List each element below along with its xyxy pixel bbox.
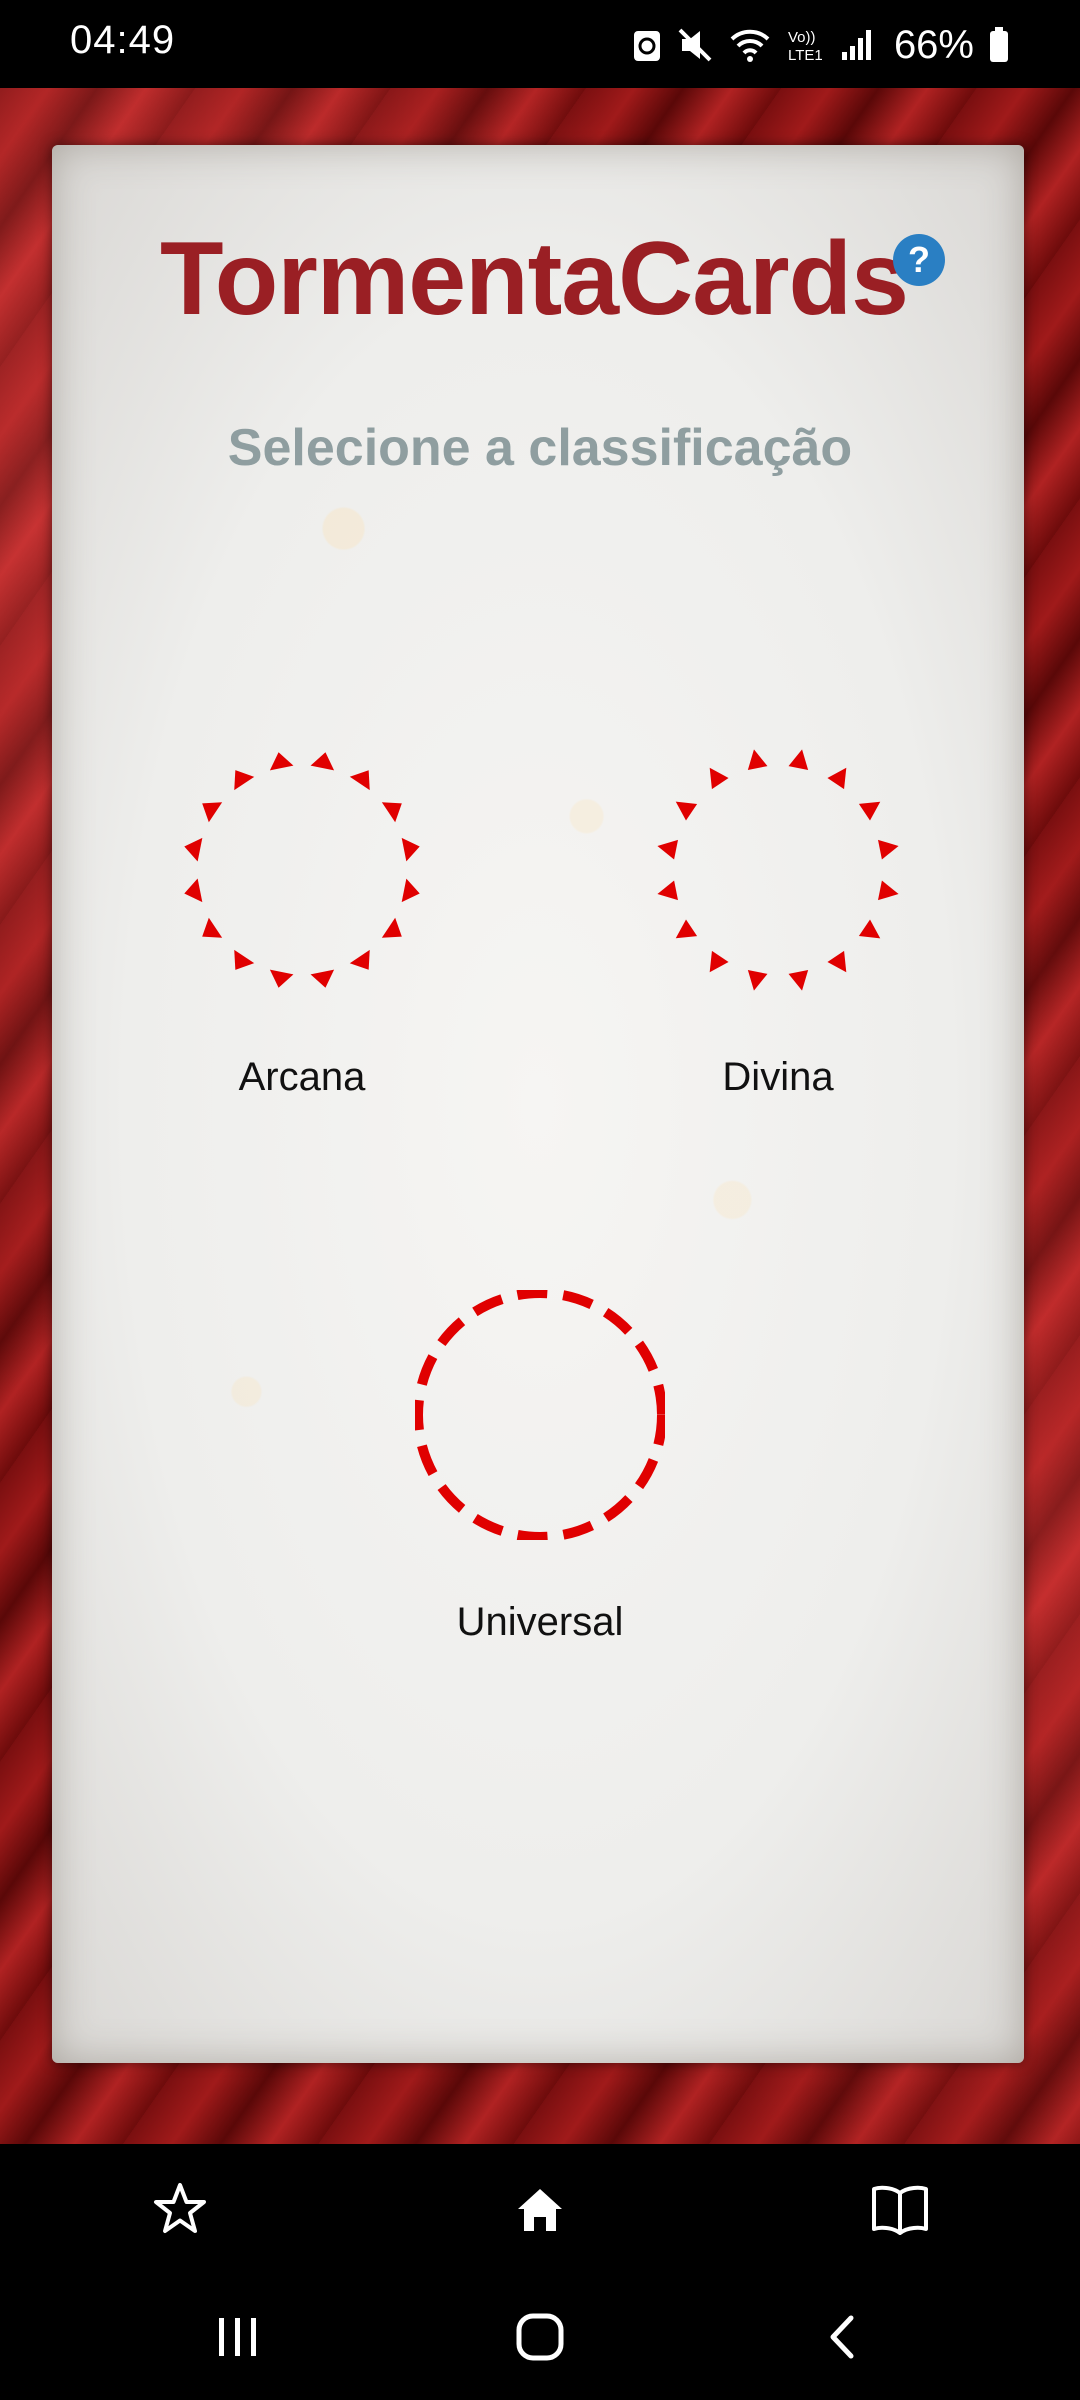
status-time: 04:49 [70, 18, 176, 62]
arcana-wedge-mark [401, 878, 420, 903]
arcana-wedge-mark [202, 802, 223, 823]
divina-triangle-mark [709, 950, 729, 973]
divina-triangle-mark [878, 839, 899, 860]
star-icon [154, 2183, 206, 2233]
arcana-wedge-mark [184, 878, 203, 903]
nav-home[interactable] [500, 2174, 580, 2244]
option-label-divina: Divina [722, 1055, 834, 1099]
app-title: TormentaCards [160, 221, 909, 337]
home-icon [518, 2189, 562, 2231]
arcana-wedge-mark [202, 917, 223, 938]
divina-triangle-mark [827, 950, 847, 973]
option-universal[interactable]: Universal [390, 1290, 690, 1670]
arcana-wedge-mark [310, 752, 335, 771]
divina-triangle-mark [858, 801, 881, 821]
nav-book[interactable] [860, 2174, 940, 2244]
divina-triangle-mark [877, 880, 899, 901]
arcana-circle-icon [184, 752, 420, 988]
battery-icon [990, 27, 1008, 62]
signal-icon [841, 30, 871, 60]
sync-icon [633, 31, 660, 61]
divina-triangle-mark [747, 749, 768, 770]
back-button[interactable] [802, 2302, 882, 2372]
option-arcana[interactable]: Arcana [152, 745, 452, 1125]
arcana-wedge-mark [184, 837, 203, 862]
book-icon [872, 2185, 928, 2235]
help-button[interactable]: ? [893, 234, 945, 286]
universal-circle-icon [415, 1290, 665, 1540]
status-bar: 04:49 Vo)) LTE1 66% [0, 0, 1080, 88]
bottom-navigation [0, 2144, 1080, 2274]
recent-apps-button[interactable] [198, 2302, 278, 2372]
divina-triangle-mark [788, 970, 809, 991]
recent-apps-icon [219, 2318, 256, 2356]
page-subtitle: Selecione a classificação [227, 419, 853, 477]
arcana-wedge-mark [381, 802, 402, 823]
divina-triangle-mark [827, 767, 847, 790]
system-navigation [0, 2274, 1080, 2400]
divina-triangle-mark [675, 801, 698, 821]
svg-text:Vo)): Vo)) [788, 29, 816, 46]
divina-triangle-mark [788, 749, 809, 771]
arcana-wedge-mark [381, 917, 402, 938]
divina-triangle-mark [675, 919, 698, 939]
volte-icon: Vo)) LTE1 [788, 29, 823, 64]
arcana-wedge-mark [349, 770, 370, 791]
arcana-wedge-mark [310, 969, 335, 988]
divina-triangle-mark [747, 969, 768, 991]
divina-triangle-mark [709, 767, 729, 790]
option-divina[interactable]: Divina [628, 745, 928, 1125]
option-label-universal: Universal [456, 1600, 624, 1644]
system-home-button[interactable] [500, 2302, 580, 2372]
divina-triangle-mark [657, 839, 679, 860]
svg-text:LTE1: LTE1 [788, 47, 823, 64]
wifi-icon [730, 29, 770, 62]
back-icon [830, 2315, 854, 2359]
divina-circle-icon [657, 749, 899, 991]
arcana-wedge-mark [234, 949, 255, 970]
status-icons: Vo)) LTE1 66% [632, 22, 1010, 68]
divina-triangle-mark [858, 919, 881, 939]
arcana-wedge-mark [269, 969, 294, 988]
nav-favorites[interactable] [140, 2174, 220, 2244]
help-label: ? [908, 239, 930, 280]
arcana-wedge-mark [349, 949, 370, 970]
arcana-wedge-mark [234, 770, 255, 791]
divina-triangle-mark [657, 880, 678, 901]
battery-percent: 66% [893, 22, 974, 67]
mute-icon [678, 28, 712, 62]
arcana-wedge-mark [269, 752, 294, 771]
arcana-wedge-mark [401, 837, 420, 862]
home-button-icon [516, 2313, 564, 2361]
option-label-arcana: Arcana [238, 1055, 366, 1099]
